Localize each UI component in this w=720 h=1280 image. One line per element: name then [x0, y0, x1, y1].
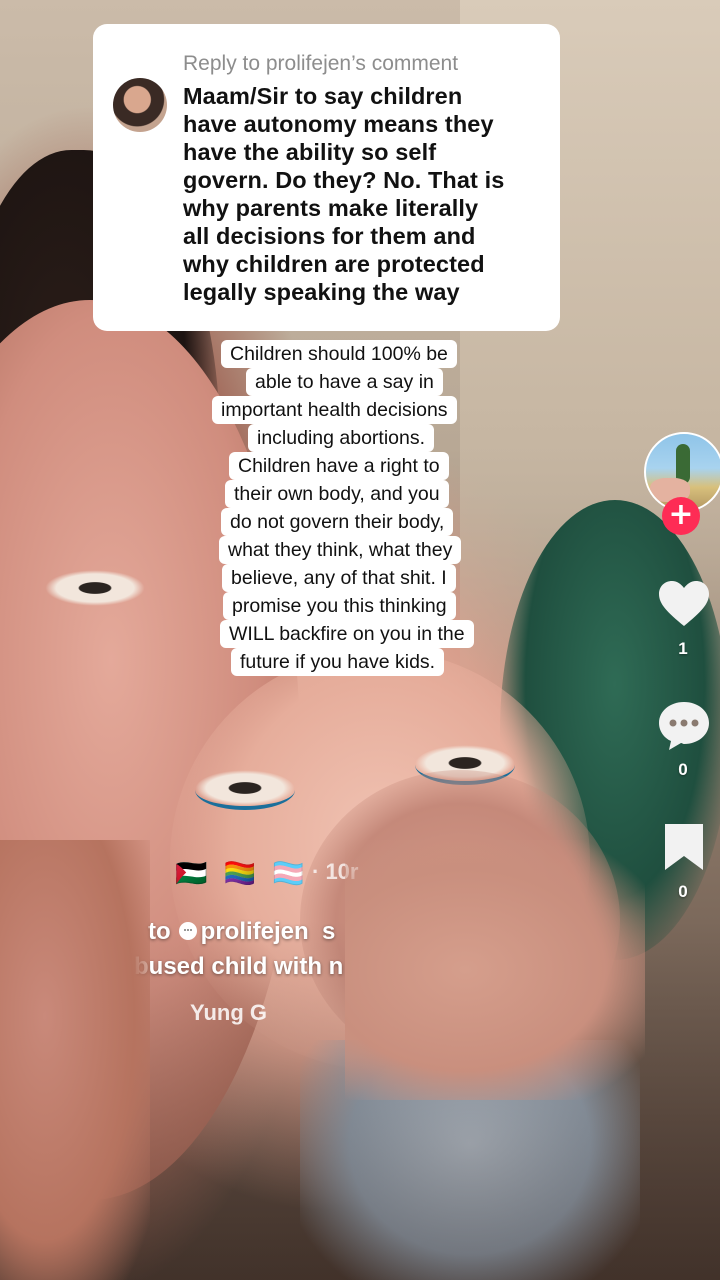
caption-line: do not govern their body,: [221, 508, 454, 536]
eye: [195, 770, 295, 810]
heart-icon[interactable]: [657, 578, 711, 632]
caption-line: WILL backfire on you in the: [220, 620, 474, 648]
reply-comment-text: Maam/Sir to say children have autonomy m…: [183, 83, 505, 305]
bookmark-icon[interactable]: [657, 820, 711, 874]
caption-line: important health decisions: [212, 396, 457, 424]
commenter-avatar[interactable]: [113, 78, 167, 132]
caption-line: future if you have kids.: [231, 648, 445, 676]
caption-line: Children should 100% be: [221, 340, 457, 368]
reply-title: Reply to prolifejen’s comment: [183, 52, 459, 75]
caption-line: able to have a say in: [246, 368, 443, 396]
caption-line: including abortions.: [248, 424, 435, 452]
caption-line: their own body, and you: [225, 480, 449, 508]
caption-line: promise you this thinking: [223, 592, 456, 620]
caption-line: believe, any of that shit. I: [222, 564, 456, 592]
eye: [45, 570, 145, 606]
caption-line: what they think, what they: [219, 536, 462, 564]
caption-line: Children have a right to: [229, 452, 449, 480]
follow-button[interactable]: +: [662, 497, 700, 535]
save-count: 0: [678, 882, 688, 901]
comment-icon[interactable]: [657, 698, 711, 752]
bottom-shade: [0, 920, 720, 1280]
like-count: 1: [678, 639, 688, 658]
comment-count: 0: [678, 760, 688, 779]
reply-comment-card[interactable]: Reply to prolifejen’s comment Maam/Sir t…: [93, 24, 560, 331]
action-rail: + 1 0 0: [620, 0, 720, 1280]
